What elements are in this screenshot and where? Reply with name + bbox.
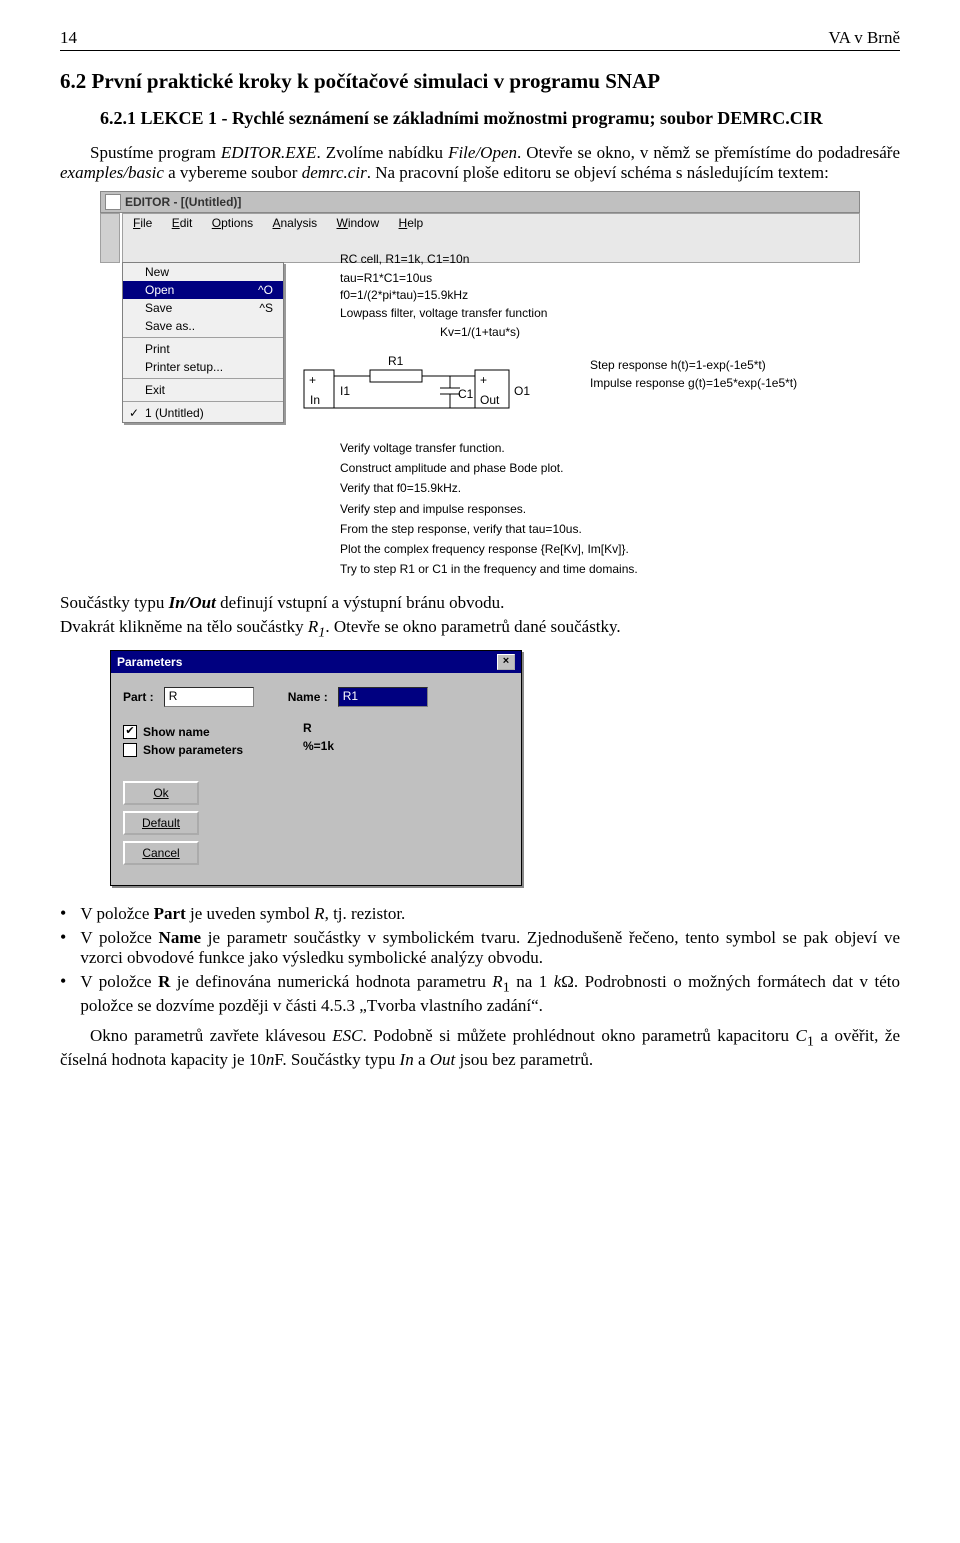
task-item: Plot the complex frequency response {Re[… bbox=[340, 541, 860, 557]
task-item: Try to step R1 or C1 in the frequency an… bbox=[340, 561, 860, 577]
task-item: From the step response, verify that tau=… bbox=[340, 521, 860, 537]
section-heading: 6.2 První praktické kroky k počítačové s… bbox=[60, 69, 900, 94]
editor-titlebar: EDITOR - [(Untitled)] bbox=[100, 191, 860, 213]
cancel-button[interactable]: Cancel bbox=[123, 841, 199, 865]
bullet-list: V položce Part je uveden symbol R, tj. r… bbox=[60, 904, 900, 1016]
bullet-item: V položce R je definována numerická hodn… bbox=[60, 972, 900, 1016]
checkmark-icon: ✓ bbox=[129, 406, 139, 420]
menu-window[interactable]: Window bbox=[329, 216, 388, 230]
mid-paragraph-1: Součástky typu In/Out definují vstupní a… bbox=[60, 593, 900, 613]
toolbar-button[interactable] bbox=[100, 213, 120, 263]
param-expression: %=1k bbox=[303, 739, 334, 753]
name-label: Name : bbox=[288, 690, 328, 704]
mid-paragraph-2: Dvakrát klikněme na tělo součástky R1. O… bbox=[60, 617, 900, 641]
file-dropdown-menu: New Open^O Save^S Save as.. Print Printe… bbox=[122, 262, 284, 423]
menu-item-print[interactable]: Print bbox=[123, 340, 283, 358]
menu-item-save[interactable]: Save^S bbox=[123, 299, 283, 317]
intro-paragraph: Spustíme program EDITOR.EXE. Zvolíme nab… bbox=[60, 143, 900, 183]
impulse-response-label: Impulse response g(t)=1e5*exp(-1e5*t) bbox=[590, 374, 797, 392]
svg-text:In: In bbox=[310, 393, 320, 407]
header-right: VA v Brně bbox=[829, 28, 900, 48]
show-name-checkbox[interactable]: ✔ Show name bbox=[123, 725, 303, 739]
canvas-task-list: Verify voltage transfer function. Constr… bbox=[340, 440, 860, 577]
sysmenu-icon[interactable] bbox=[105, 194, 121, 210]
menu-options[interactable]: Options bbox=[204, 216, 261, 230]
menu-edit[interactable]: Edit bbox=[164, 216, 201, 230]
svg-text:O1: O1 bbox=[514, 384, 530, 398]
schematic-svg: + In I1 R1 C1 bbox=[300, 350, 570, 430]
menu-analysis[interactable]: Analysis bbox=[264, 216, 325, 230]
svg-text:I1: I1 bbox=[340, 384, 350, 398]
page-number: 14 bbox=[60, 28, 77, 48]
part-label: Part : bbox=[123, 690, 154, 704]
menu-item-printer-setup[interactable]: Printer setup... bbox=[123, 358, 283, 376]
canvas-text-2: tau=R1*C1=10us bbox=[340, 270, 860, 286]
header-rule bbox=[60, 50, 900, 51]
name-field[interactable]: R1 bbox=[338, 687, 428, 707]
editor-window: EDITOR - [(Untitled)] File Edit Options … bbox=[100, 191, 860, 577]
editor-canvas: RC cell, R1=1k, C1=10n tau=R1*C1=10us f0… bbox=[300, 251, 860, 577]
canvas-text-5: Kv=1/(1+tau*s) bbox=[440, 324, 860, 340]
bullet-item: V položce Name je parametr součástky v s… bbox=[60, 928, 900, 968]
parameters-dialog: Parameters × Part : R Name : R1 ✔ Show n… bbox=[110, 650, 522, 886]
page-header: 14 VA v Brně bbox=[60, 28, 900, 48]
menu-item-recent[interactable]: ✓ 1 (Untitled) bbox=[123, 404, 283, 422]
checkbox-icon bbox=[123, 743, 137, 757]
show-parameters-checkbox[interactable]: Show parameters bbox=[123, 743, 303, 757]
menu-file[interactable]: File bbox=[125, 216, 160, 230]
menu-help[interactable]: Help bbox=[391, 216, 432, 230]
svg-text:+: + bbox=[309, 373, 316, 387]
dialog-title-text: Parameters bbox=[117, 655, 182, 669]
canvas-text-4: Lowpass filter, voltage transfer functio… bbox=[340, 305, 860, 321]
task-item: Verify that f0=15.9kHz. bbox=[340, 480, 860, 496]
editor-menubar[interactable]: File Edit Options Analysis Window Help bbox=[122, 213, 860, 263]
svg-text:+: + bbox=[480, 373, 487, 387]
editor-title-text: EDITOR - [(Untitled)] bbox=[125, 195, 241, 209]
close-icon[interactable]: × bbox=[497, 654, 515, 670]
menu-item-new[interactable]: New bbox=[123, 263, 283, 281]
ok-button[interactable]: Ok bbox=[123, 781, 199, 805]
menu-item-exit[interactable]: Exit bbox=[123, 381, 283, 399]
part-field[interactable]: R bbox=[164, 687, 254, 707]
circuit-diagram: + In I1 R1 C1 bbox=[300, 350, 860, 430]
bullet-item: V položce Part je uveden symbol R, tj. r… bbox=[60, 904, 900, 924]
closing-paragraph: Okno parametrů zavřete klávesou ESC. Pod… bbox=[60, 1026, 900, 1070]
default-button[interactable]: Default bbox=[123, 811, 199, 835]
checkbox-icon: ✔ bbox=[123, 725, 137, 739]
task-item: Verify voltage transfer function. bbox=[340, 440, 860, 456]
svg-text:Out: Out bbox=[480, 393, 500, 407]
step-response-label: Step response h(t)=1-exp(-1e5*t) bbox=[590, 356, 797, 374]
task-item: Verify step and impulse responses. bbox=[340, 501, 860, 517]
canvas-text-3: f0=1/(2*pi*tau)=15.9kHz bbox=[340, 287, 860, 303]
param-r-label: R bbox=[303, 721, 334, 735]
svg-text:C1: C1 bbox=[458, 387, 474, 401]
menu-item-open[interactable]: Open^O bbox=[123, 281, 283, 299]
dialog-titlebar: Parameters × bbox=[111, 651, 521, 673]
subsection-heading: 6.2.1 LEKCE 1 - Rychlé seznámení se zákl… bbox=[100, 108, 900, 129]
task-item: Construct amplitude and phase Bode plot. bbox=[340, 460, 860, 476]
svg-text:R1: R1 bbox=[388, 354, 404, 368]
menu-item-saveas[interactable]: Save as.. bbox=[123, 317, 283, 335]
